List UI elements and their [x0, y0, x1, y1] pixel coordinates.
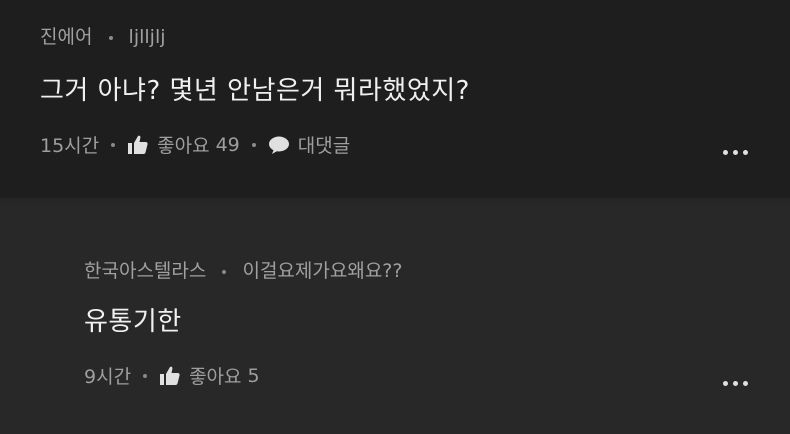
like-count: 49 — [215, 133, 240, 156]
comment-author[interactable]: 한국아스텔라스 — [84, 260, 206, 282]
speech-bubble-icon — [268, 136, 289, 154]
comment-meta: 진에어 ljlljlj — [40, 22, 166, 49]
like-count: 5 — [247, 364, 260, 387]
separator-dot — [143, 373, 148, 378]
comment-author[interactable]: 진에어 — [40, 26, 92, 48]
thumbs-up-icon — [128, 135, 148, 154]
comment: 진에어 ljlljlj 그거 아냐? 몇년 안남은거 뭐라했었지? 15시간 좋… — [0, 0, 790, 198]
like-label: 좋아요 — [157, 135, 210, 157]
more-options-button[interactable] — [723, 150, 748, 155]
comment-meta: 한국아스텔라스 이걸요제가요왜요?? — [84, 256, 402, 283]
like-button[interactable]: 좋아요 49 — [127, 131, 240, 158]
separator-dot — [251, 142, 256, 147]
separator-dot — [111, 142, 116, 147]
reply-button[interactable]: 대댓글 — [268, 131, 350, 158]
comment-actions: 9시간 좋아요 5 — [84, 362, 260, 389]
like-label: 좋아요 — [189, 366, 242, 388]
comment-user-id[interactable]: ljlljlj — [129, 26, 166, 48]
separator-dot — [222, 269, 227, 274]
like-button[interactable]: 좋아요 5 — [159, 362, 260, 389]
reply-comment: 한국아스텔라스 이걸요제가요왜요?? 유통기한 9시간 좋아요 5 — [0, 204, 790, 434]
more-horizontal-icon — [723, 150, 728, 155]
comment-user-id[interactable]: 이걸요제가요왜요?? — [242, 260, 402, 282]
separator-dot — [108, 35, 113, 40]
reply-label: 대댓글 — [297, 135, 351, 157]
more-horizontal-icon — [723, 381, 728, 386]
comment-time: 9시간 — [84, 366, 132, 388]
thumbs-up-icon — [160, 366, 180, 385]
comment-text: 유통기한 — [84, 307, 182, 337]
comment-text: 그거 아냐? 몇년 안남은거 뭐라했었지? — [40, 76, 470, 106]
comment-actions: 15시간 좋아요 49 대댓글 — [40, 131, 350, 158]
more-options-button[interactable] — [723, 381, 748, 386]
comment-time: 15시간 — [40, 135, 100, 157]
